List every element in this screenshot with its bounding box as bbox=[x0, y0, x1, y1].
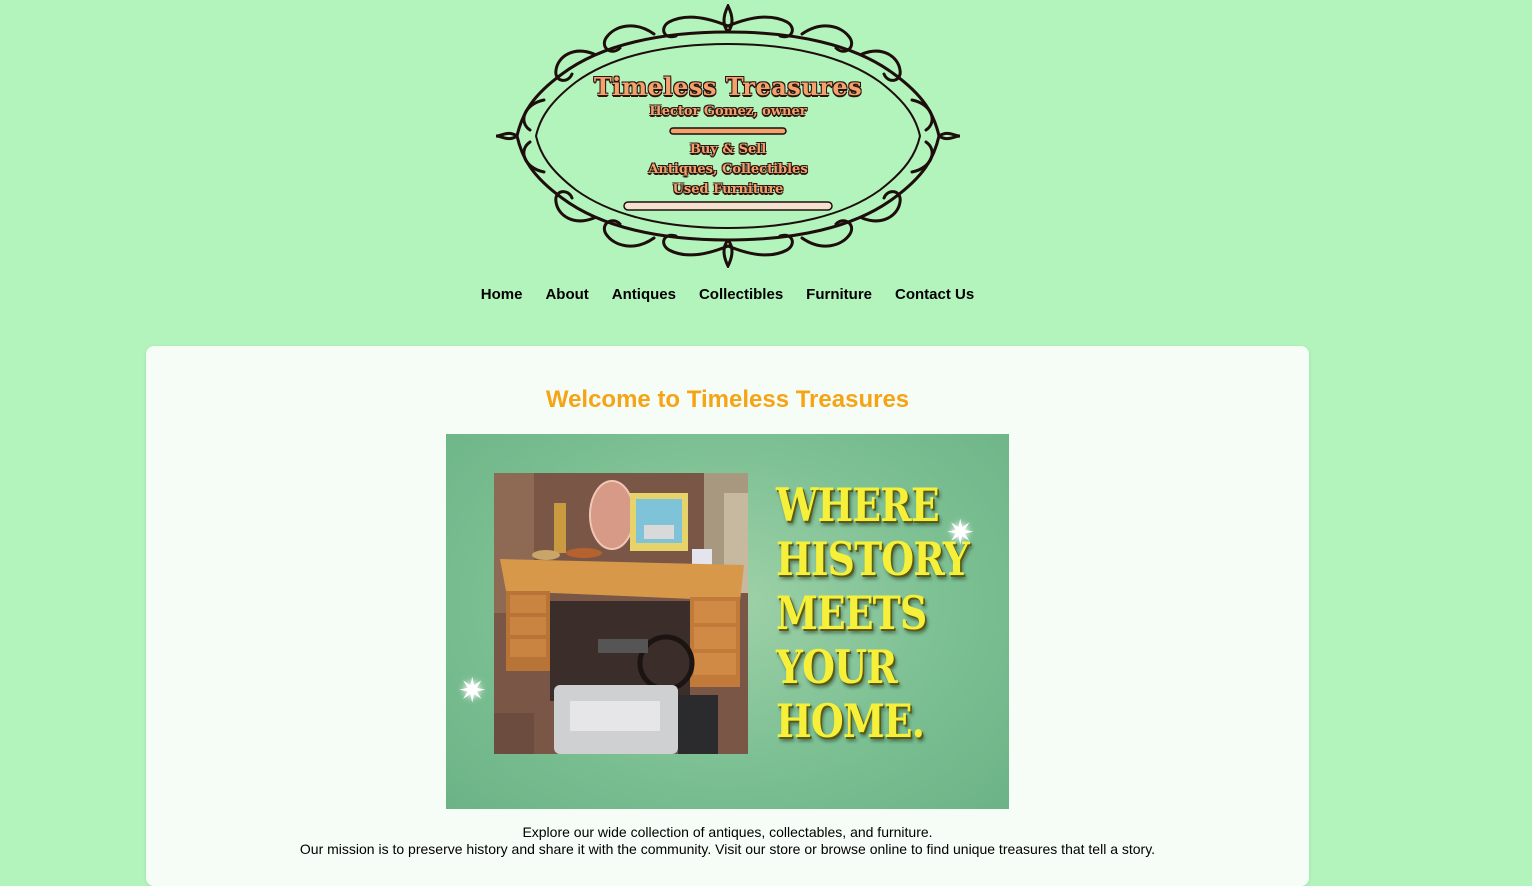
hero-banner-image: WHERE HISTORY MEETS YOUR HOME. ✷ ✷ bbox=[446, 434, 1009, 809]
sparkle-icon: ✷ bbox=[458, 672, 487, 710]
intro-line: Explore our wide collection of antiques,… bbox=[522, 824, 933, 840]
logo-owner: Hector Gomez, owner bbox=[649, 104, 807, 119]
slogan-line: WHERE bbox=[776, 478, 940, 532]
slogan-line: HISTORY bbox=[776, 532, 970, 586]
mission-line: Our mission is to preserve history and s… bbox=[299, 841, 1156, 857]
sparkle-icon: ✷ bbox=[946, 514, 975, 552]
logo-buy-sell: Buy & Sell bbox=[689, 142, 767, 157]
nav-contact-us[interactable]: Contact Us bbox=[895, 286, 974, 303]
sewing-table-illustration bbox=[494, 473, 748, 754]
nav-antiques[interactable]: Antiques bbox=[612, 286, 676, 303]
logo-antiques-collectibles: Antiques, Collectibles bbox=[648, 162, 808, 177]
nav-furniture[interactable]: Furniture bbox=[806, 286, 872, 303]
main-navigation: Home About Antiques Collectibles Furnitu… bbox=[0, 286, 1455, 303]
slogan-line: MEETS bbox=[776, 586, 927, 640]
store-logo: Timeless Treasures Hector Gomez, owner B… bbox=[494, 4, 962, 268]
sewing-machine-photo bbox=[494, 473, 748, 754]
intro-text: Explore our wide collection of antiques,… bbox=[146, 824, 1309, 858]
logo-title: Timeless Treasures bbox=[593, 72, 863, 101]
nav-collectibles[interactable]: Collectibles bbox=[699, 286, 783, 303]
slogan-line: HOME. bbox=[776, 694, 925, 748]
nav-home[interactable]: Home bbox=[481, 286, 523, 303]
page-heading: Welcome to Timeless Treasures bbox=[545, 386, 910, 413]
slogan-line: YOUR bbox=[776, 640, 898, 694]
logo-used-furniture: Used Furniture bbox=[672, 182, 784, 197]
ornate-frame-graphic bbox=[495, 4, 961, 268]
main-content-card: Welcome to Timeless Treasures WHERE HIST… bbox=[146, 346, 1309, 886]
hero-slogan: WHERE HISTORY MEETS YOUR HOME. bbox=[776, 478, 970, 748]
nav-about[interactable]: About bbox=[545, 286, 588, 303]
